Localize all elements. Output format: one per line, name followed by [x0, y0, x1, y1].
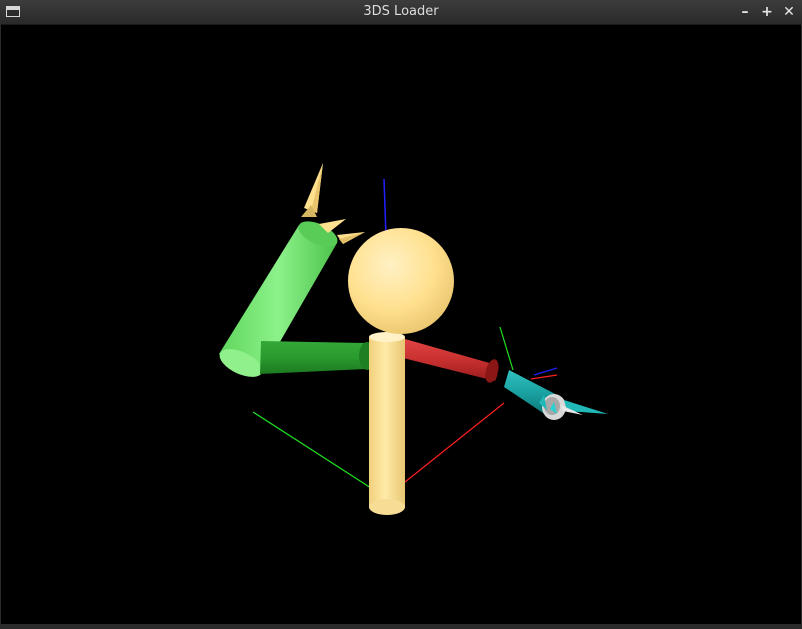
axis-y-line — [252, 411, 372, 489]
green-forearm — [260, 341, 375, 374]
3d-viewport[interactable] — [1, 25, 801, 624]
cyan-hand — [504, 370, 608, 420]
axis-hand-z-line — [533, 367, 558, 376]
head — [348, 228, 454, 334]
red-arm — [403, 339, 499, 383]
body — [369, 332, 405, 515]
title-bar[interactable]: 3DS Loader – + ✕ — [0, 0, 802, 25]
window-border-bottom — [0, 624, 802, 629]
window-title: 3DS Loader — [363, 4, 439, 19]
close-button[interactable]: ✕ — [780, 3, 798, 21]
app-window: 3DS Loader – + ✕ — [0, 0, 802, 629]
axis-hand-y-line — [499, 326, 514, 371]
axis-x-line — [404, 402, 505, 483]
axis-hand-x-line — [530, 374, 558, 380]
maximize-button[interactable]: + — [758, 3, 776, 21]
scene-canvas[interactable] — [1, 25, 801, 624]
axis-z-line — [383, 178, 387, 238]
minimize-button[interactable]: – — [736, 3, 754, 21]
